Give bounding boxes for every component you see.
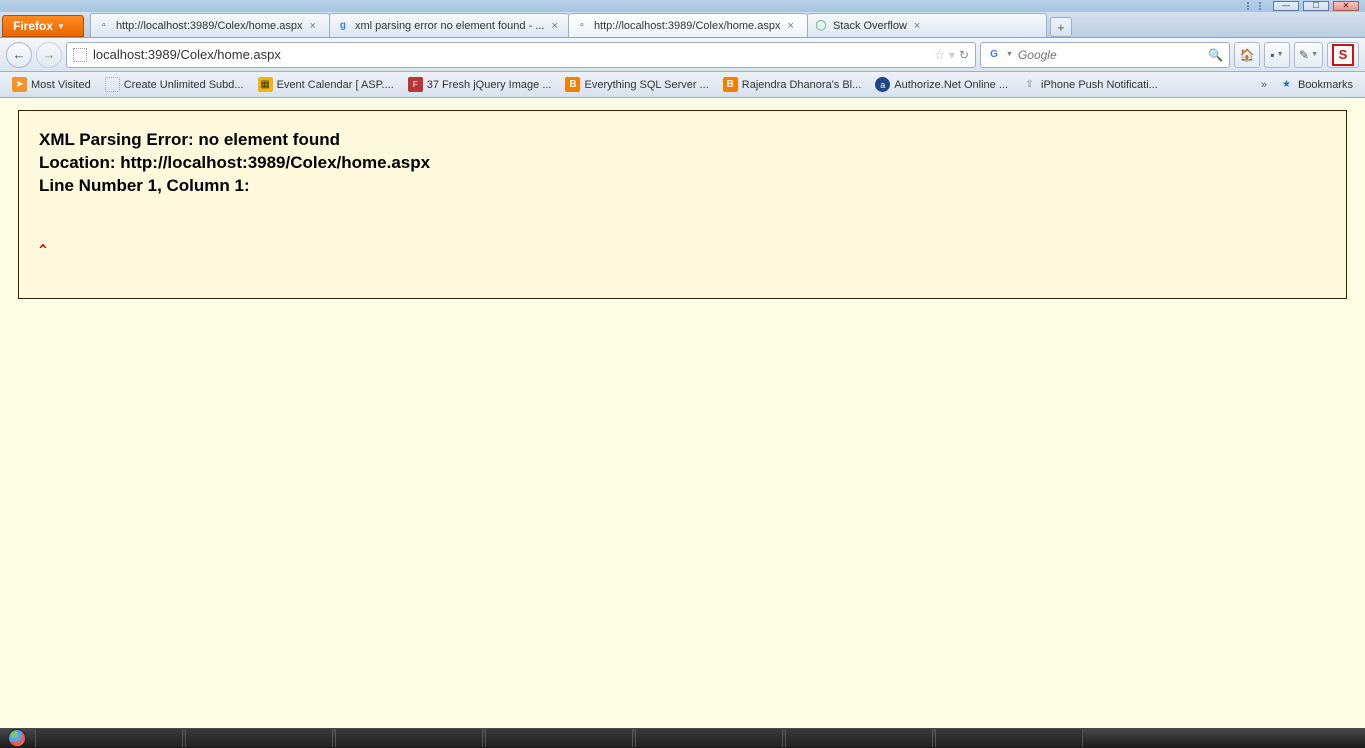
stackoverflow-icon: ◯	[814, 19, 828, 33]
tab-label: xml parsing error no element found - ...	[355, 20, 545, 32]
tab-label: Stack Overflow	[833, 20, 907, 32]
toolbar-button-2[interactable]: ✎▼	[1294, 42, 1323, 68]
bookmark-label: Rajendra Dhanora's Bl...	[742, 79, 862, 91]
taskbar-item[interactable]	[185, 729, 333, 747]
search-icon[interactable]: 🔍	[1208, 48, 1223, 62]
bookmark-label: Authorize.Net Online ...	[894, 79, 1008, 91]
error-line-2: Location: http://localhost:3989/Colex/ho…	[39, 152, 1326, 175]
bookmark-label: Everything SQL Server ...	[584, 79, 708, 91]
window-drag-handle[interactable]	[1247, 2, 1261, 10]
bookmark-label: Most Visited	[31, 79, 91, 91]
toolbar-button-s[interactable]: S	[1327, 42, 1359, 68]
taskbar-item[interactable]	[935, 729, 1083, 747]
tab-close-icon[interactable]: ×	[912, 20, 922, 32]
window-close-button[interactable]: ✕	[1333, 1, 1359, 11]
url-bar[interactable]: ☆ ▾ ↻	[66, 42, 976, 68]
reload-icon[interactable]: ↻	[959, 48, 969, 62]
google-icon: G	[987, 48, 1001, 62]
xml-error-box: XML Parsing Error: no element found Loca…	[18, 110, 1347, 299]
minimize-button[interactable]: —	[1273, 1, 1299, 11]
bookmarks-toolbar: ➤ Most Visited Create Unlimited Subd... …	[0, 72, 1365, 98]
bookmark-item[interactable]: a Authorize.Net Online ...	[869, 75, 1014, 94]
url-bar-controls: ☆ ▾ ↻	[934, 48, 969, 62]
home-button[interactable]: 🏠	[1234, 42, 1260, 68]
window-titlebar: — ☐ ✕	[0, 0, 1365, 12]
tab-label: http://localhost:3989/Colex/home.aspx	[116, 20, 303, 32]
bookmark-label: Create Unlimited Subd...	[124, 79, 244, 91]
tab-close-icon[interactable]: ×	[307, 20, 317, 32]
tab-close-icon[interactable]: ×	[785, 20, 795, 32]
windows-orb-icon	[8, 729, 26, 747]
error-caret: ^	[39, 243, 1326, 258]
start-button[interactable]	[0, 728, 34, 748]
bookmark-item[interactable]: ⇪ iPhone Push Notificati...	[1016, 75, 1164, 94]
bookmark-label: iPhone Push Notificati...	[1041, 79, 1158, 91]
error-line-1: XML Parsing Error: no element found	[39, 129, 1326, 152]
error-message: XML Parsing Error: no element found Loca…	[39, 129, 1326, 198]
site-icon: F	[408, 77, 423, 92]
bookmark-item[interactable]: B Rajendra Dhanora's Bl...	[717, 75, 868, 94]
google-icon: g	[336, 19, 350, 33]
windows-taskbar[interactable]	[0, 728, 1365, 748]
taskbar-item[interactable]	[635, 729, 783, 747]
bookmarks-overflow-icon[interactable]: »	[1257, 79, 1271, 91]
chevron-down-icon: ▼	[57, 22, 65, 31]
page-content: XML Parsing Error: no element found Loca…	[0, 98, 1365, 728]
feed-icon: ➤	[12, 77, 27, 92]
push-icon: ⇪	[1022, 77, 1037, 92]
firefox-menu-label: Firefox	[13, 19, 53, 33]
taskbar-item[interactable]	[335, 729, 483, 747]
bookmark-label: 37 Fresh jQuery Image ...	[427, 79, 552, 91]
bookmark-item[interactable]: B Everything SQL Server ...	[559, 75, 714, 94]
tab-close-icon[interactable]: ×	[549, 20, 559, 32]
chevron-down-icon[interactable]: ▼	[1006, 51, 1013, 58]
authorize-icon: a	[875, 77, 890, 92]
maximize-button[interactable]: ☐	[1303, 1, 1329, 11]
error-line-3: Line Number 1, Column 1:	[39, 175, 1326, 198]
tab-1[interactable]: g xml parsing error no element found - .…	[329, 13, 569, 37]
new-tab-button[interactable]: +	[1050, 17, 1072, 37]
bookmarks-menu-button[interactable]: ★ Bookmarks	[1273, 75, 1359, 94]
back-button[interactable]: ←	[6, 42, 32, 68]
search-bar[interactable]: G ▼ 🔍	[980, 42, 1230, 68]
star-icon: ★	[1279, 77, 1294, 92]
bookmark-item[interactable]: F 37 Fresh jQuery Image ...	[402, 75, 558, 94]
tab-bar: Firefox ▼ ▫ http://localhost:3989/Colex/…	[0, 12, 1365, 38]
page-icon	[105, 77, 120, 92]
blogger-icon: B	[565, 77, 580, 92]
bookmark-item[interactable]: Create Unlimited Subd...	[99, 75, 250, 94]
toolbar-button-1[interactable]: ▪▼	[1264, 42, 1290, 68]
page-icon: ▫	[97, 19, 111, 33]
bookmark-most-visited[interactable]: ➤ Most Visited	[6, 75, 97, 94]
site-favicon	[73, 48, 87, 62]
taskbar-item[interactable]	[35, 729, 183, 747]
navigation-toolbar: ← → ☆ ▾ ↻ G ▼ 🔍 🏠 ▪▼ ✎▼ S	[0, 38, 1365, 72]
taskbar-item[interactable]	[485, 729, 633, 747]
bookmarks-menu-label: Bookmarks	[1298, 79, 1353, 91]
url-input[interactable]	[93, 47, 928, 62]
taskbar-item[interactable]	[785, 729, 933, 747]
tab-label: http://localhost:3989/Colex/home.aspx	[594, 20, 781, 32]
bookmark-item[interactable]: ▦ Event Calendar [ ASP....	[252, 75, 400, 94]
tab-2[interactable]: ▫ http://localhost:3989/Colex/home.aspx …	[568, 13, 808, 37]
bookmark-star-icon[interactable]: ☆	[934, 48, 945, 62]
tab-3[interactable]: ◯ Stack Overflow ×	[807, 13, 1047, 37]
forward-button[interactable]: →	[36, 42, 62, 68]
calendar-icon: ▦	[258, 77, 273, 92]
tab-0[interactable]: ▫ http://localhost:3989/Colex/home.aspx …	[90, 13, 330, 37]
bookmark-label: Event Calendar [ ASP....	[277, 79, 394, 91]
page-icon: ▫	[575, 19, 589, 33]
search-input[interactable]	[1018, 48, 1203, 62]
blogger-icon: B	[723, 77, 738, 92]
firefox-menu-button[interactable]: Firefox ▼	[2, 15, 84, 37]
